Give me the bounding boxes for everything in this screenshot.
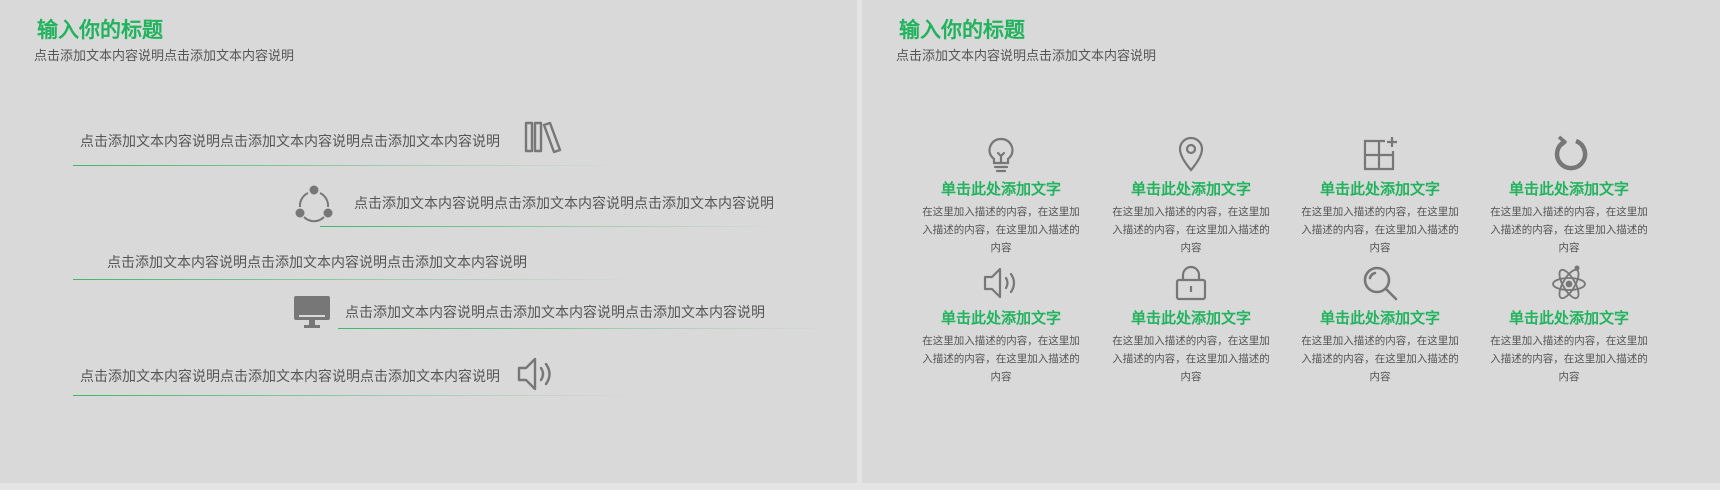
- monitor-icon: [293, 295, 331, 329]
- slide-right: 输入你的标题 点击添加文本内容说明点击添加文本内容说明 单击此处添加文字 在这里…: [862, 0, 1720, 483]
- feature-card: 单击此处添加文字 在这里加入描述的内容，在这里加入描述的内容，在这里加入描述的内…: [1484, 264, 1654, 386]
- feature-title: 单击此处添加文字: [1130, 309, 1251, 327]
- row-text: 点击添加文本内容说明点击添加文本内容说明点击添加文本内容说明: [80, 134, 500, 150]
- feature-description: 在这里加入描述的内容，在这里加入描述的内容，在这里加入描述的内容: [922, 335, 1080, 383]
- slide-title: 输入你的标题: [37, 18, 163, 42]
- speaker-icon: [982, 264, 1020, 302]
- share-cycle-icon: [294, 185, 334, 225]
- feature-description: 在这里加入描述的内容，在这里加入描述的内容，在这里加入描述的内容: [1490, 335, 1648, 383]
- feature-card: 单击此处添加文字 在这里加入描述的内容，在这里加入描述的内容，在这里加入描述的内…: [1295, 135, 1465, 257]
- feature-title: 单击此处添加文字: [1508, 180, 1629, 198]
- feature-description: 在这里加入描述的内容，在这里加入描述的内容，在这里加入描述的内容: [1490, 206, 1648, 254]
- slide-left: 输入你的标题 点击添加文本内容说明点击添加文本内容说明 点击添加文本内容说明点击…: [0, 0, 857, 483]
- lock-icon: [1172, 264, 1210, 302]
- feature-card: 单击此处添加文字 在这里加入描述的内容，在这里加入描述的内容，在这里加入描述的内…: [1484, 135, 1654, 257]
- slide-title: 输入你的标题: [899, 18, 1025, 42]
- feature-card: 单击此处添加文字 在这里加入描述的内容，在这里加入描述的内容，在这里加入描述的内…: [916, 264, 1086, 386]
- feature-title: 单击此处添加文字: [1130, 180, 1251, 198]
- row-divider: [338, 328, 828, 329]
- lightbulb-icon: [982, 135, 1020, 173]
- feature-title: 单击此处添加文字: [1319, 180, 1440, 198]
- row-divider: [73, 395, 633, 396]
- feature-description: 在这里加入描述的内容，在这里加入描述的内容，在这里加入描述的内容: [1112, 335, 1270, 383]
- feature-card: 单击此处添加文字 在这里加入描述的内容，在这里加入描述的内容，在这里加入描述的内…: [1106, 264, 1276, 386]
- row-text: 点击添加文本内容说明点击添加文本内容说明点击添加文本内容说明: [107, 255, 527, 271]
- grid-add-icon: [1361, 135, 1399, 173]
- row-text: 点击添加文本内容说明点击添加文本内容说明点击添加文本内容说明: [80, 369, 500, 385]
- feature-card: 单击此处添加文字 在这里加入描述的内容，在这里加入描述的内容，在这里加入描述的内…: [1295, 264, 1465, 386]
- feature-card: 单击此处添加文字 在这里加入描述的内容，在这里加入描述的内容，在这里加入描述的内…: [916, 135, 1086, 257]
- atom-icon: [1550, 264, 1588, 302]
- row-divider: [73, 165, 623, 166]
- books-icon: [523, 120, 563, 154]
- speaker-icon: [516, 355, 556, 393]
- feature-description: 在这里加入描述的内容，在这里加入描述的内容，在这里加入描述的内容: [922, 206, 1080, 254]
- row-divider: [73, 279, 633, 280]
- feature-title: 单击此处添加文字: [1508, 309, 1629, 327]
- slide-subtitle: 点击添加文本内容说明点击添加文本内容说明: [896, 49, 1157, 64]
- feature-title: 单击此处添加文字: [1319, 309, 1440, 327]
- row-text: 点击添加文本内容说明点击添加文本内容说明点击添加文本内容说明: [354, 196, 774, 212]
- feature-title: 单击此处添加文字: [940, 309, 1061, 327]
- feature-card: 单击此处添加文字 在这里加入描述的内容，在这里加入描述的内容，在这里加入描述的内…: [1106, 135, 1276, 257]
- feature-description: 在这里加入描述的内容，在这里加入描述的内容，在这里加入描述的内容: [1301, 335, 1459, 383]
- search-icon: [1361, 264, 1399, 302]
- refresh-icon: [1550, 135, 1588, 173]
- feature-description: 在这里加入描述的内容，在这里加入描述的内容，在这里加入描述的内容: [1112, 206, 1270, 254]
- slide-subtitle: 点击添加文本内容说明点击添加文本内容说明: [34, 49, 295, 64]
- row-text: 点击添加文本内容说明点击添加文本内容说明点击添加文本内容说明: [345, 305, 765, 321]
- row-divider: [320, 226, 780, 227]
- feature-title: 单击此处添加文字: [940, 180, 1061, 198]
- feature-description: 在这里加入描述的内容，在这里加入描述的内容，在这里加入描述的内容: [1301, 206, 1459, 254]
- location-pin-icon: [1172, 135, 1210, 173]
